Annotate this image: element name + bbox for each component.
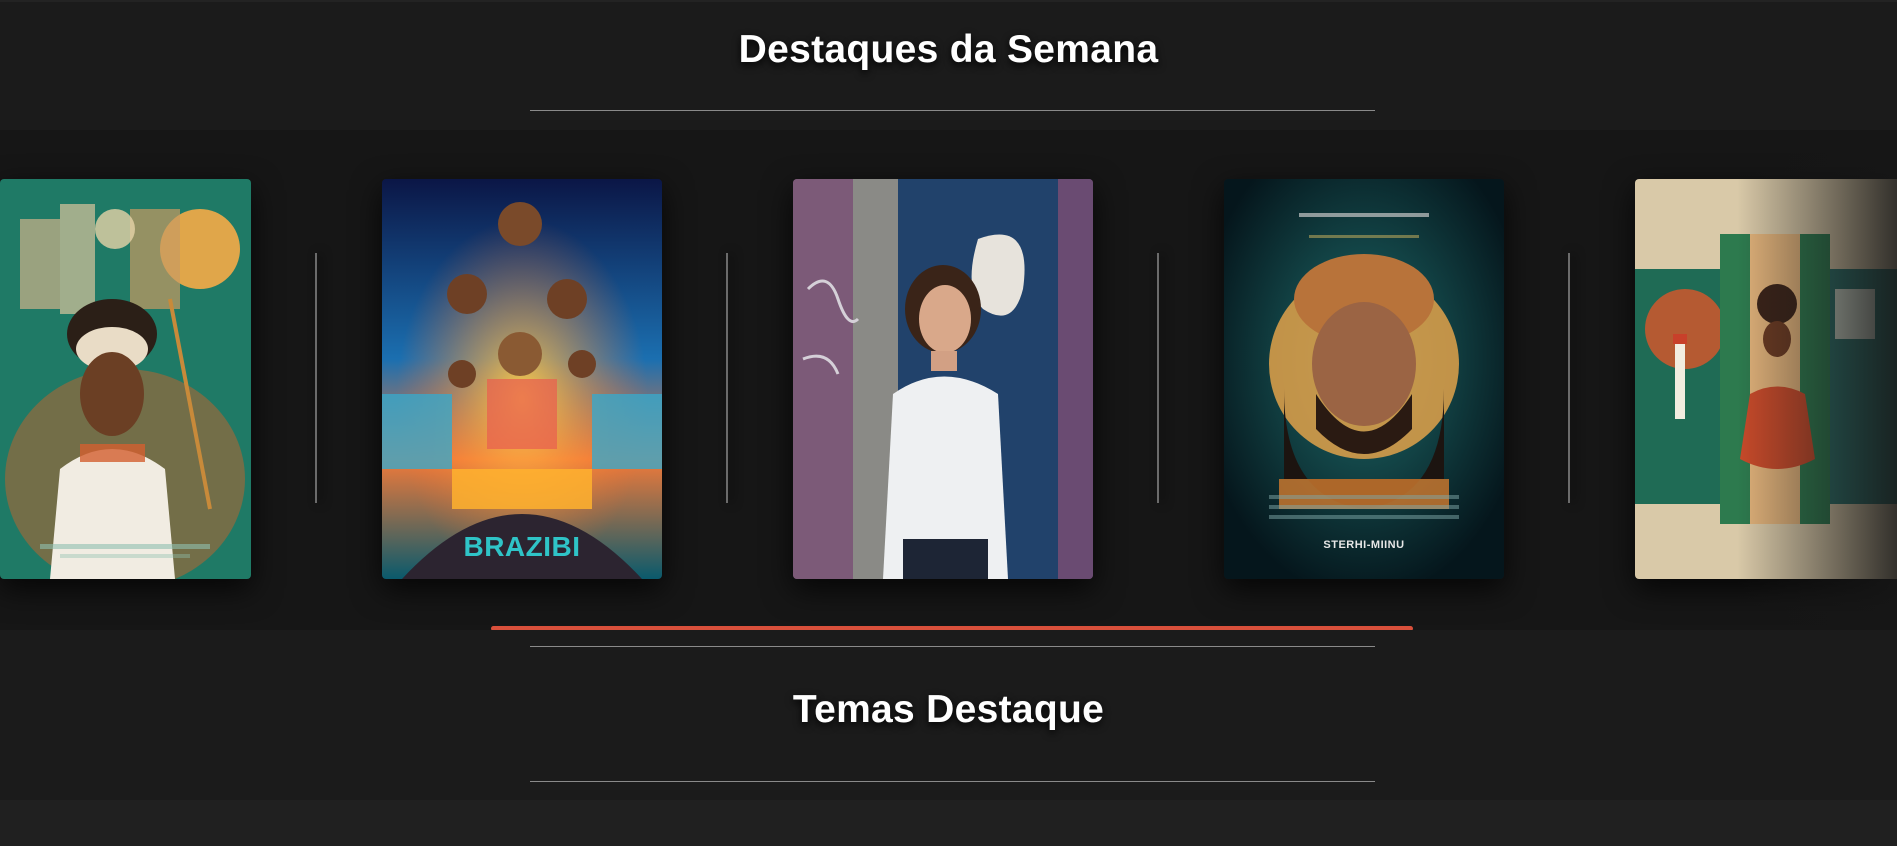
poster-bahia-woman-art — [0, 179, 251, 579]
highlights-title-rule — [530, 110, 1375, 111]
page-footer-band — [0, 800, 1897, 846]
carousel-divider — [1568, 253, 1570, 503]
poster-brazibi-art — [382, 179, 662, 579]
poster-bearded-man-art — [1224, 179, 1504, 579]
poster-graffiti-woman[interactable] — [793, 179, 1093, 579]
poster-brazibi-title: BRAZIBI — [463, 531, 581, 562]
poster-bahia-woman[interactable] — [0, 179, 251, 579]
poster-tropical-collage-art — [1635, 179, 1897, 579]
carousel-divider — [1157, 253, 1159, 503]
poster-brazibi[interactable]: BRAZIBI — [382, 179, 662, 579]
carousel-divider — [726, 253, 728, 503]
carousel-divider — [315, 253, 317, 503]
poster-tropical-collage[interactable] — [1635, 179, 1897, 579]
poster-bearded-man-title: STERHI-MIINU — [1323, 539, 1405, 551]
poster-bearded-man[interactable]: STERHI-MIINU — [1224, 179, 1504, 579]
themes-title: Temas Destaque — [792, 688, 1105, 731]
highlights-title: Destaques da Semana — [738, 28, 1159, 71]
themes-top-rule — [530, 646, 1375, 647]
highlights-carousel[interactable]: BRAZIBI STERHI-MIINU — [0, 130, 1897, 630]
themes-bottom-rule — [530, 781, 1375, 782]
poster-graffiti-woman-art — [793, 179, 1093, 579]
